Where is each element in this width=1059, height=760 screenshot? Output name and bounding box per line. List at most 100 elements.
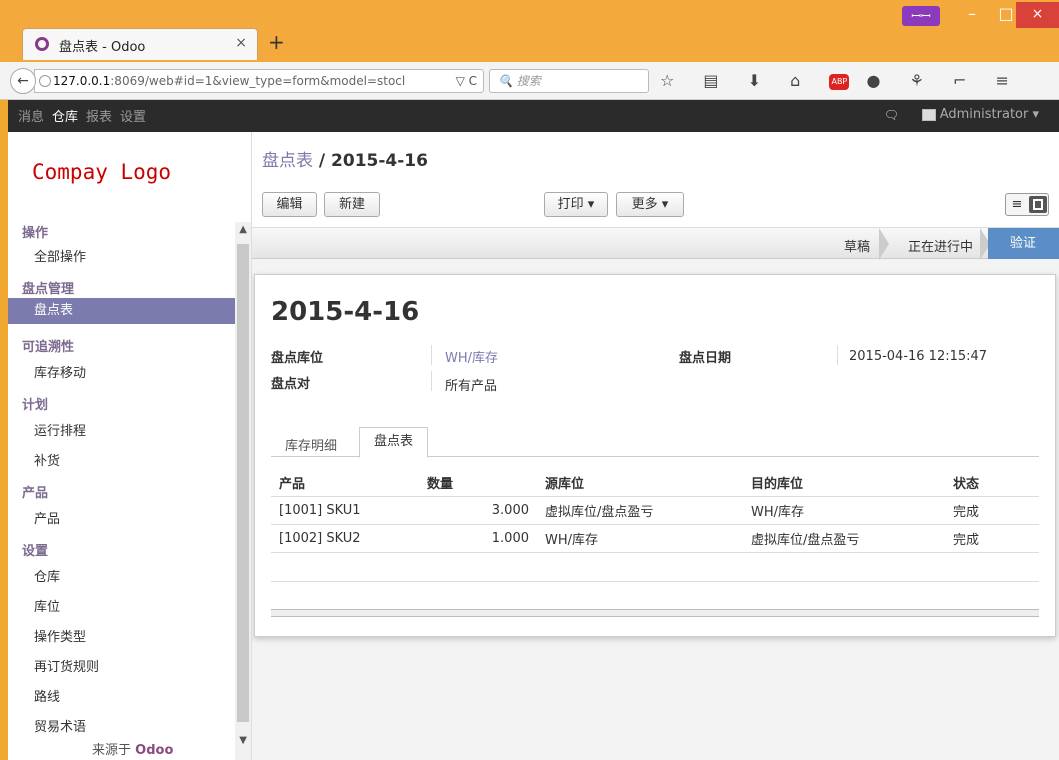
close-window-button[interactable]: × bbox=[1016, 2, 1059, 28]
sidebar-section-config: 设置 bbox=[22, 544, 49, 559]
bookmark-icons[interactable]: ☆ ▤ ⬇ ⌂ bbox=[660, 71, 812, 90]
cell-source: 虚拟库位/盘点盈亏 bbox=[537, 496, 743, 525]
empty-row-divider bbox=[271, 581, 1039, 582]
browser-navbar: 127.0.0.1:8069/web#id=1&view_type=form&m… bbox=[0, 62, 1059, 100]
odoo-top-menu: 消息 仓库 报表 设置 🗨 Administrator ▾ bbox=[8, 100, 1059, 132]
cell-dest: WH/库存 bbox=[743, 496, 945, 525]
sidebar-item-run-scheduler[interactable]: 运行排程 bbox=[34, 420, 86, 439]
sidebar-item-reorder-rules[interactable]: 再订货规则 bbox=[34, 656, 99, 675]
window-left-edge bbox=[0, 100, 8, 760]
cell-quantity: 3.000 bbox=[419, 496, 537, 525]
odoo-brand[interactable]: Odoo bbox=[135, 743, 173, 758]
target-value: 所有产品 bbox=[445, 379, 498, 394]
stage-in-progress[interactable]: 正在进行中 bbox=[908, 236, 973, 255]
sidebar-scroll-thumb[interactable] bbox=[237, 244, 249, 722]
target-label: 盘点对 bbox=[271, 377, 311, 392]
breadcrumb-sep: / bbox=[313, 151, 332, 171]
view-switcher[interactable]: ≡ bbox=[1005, 193, 1049, 216]
cell-source: WH/库存 bbox=[537, 524, 743, 553]
sidebar-item-locations[interactable]: 库位 bbox=[34, 596, 60, 615]
more-button[interactable]: 更多 ▾ bbox=[616, 192, 684, 217]
close-tab-icon[interactable]: × bbox=[235, 35, 247, 51]
print-button[interactable]: 打印 ▾ bbox=[544, 192, 608, 217]
sidebar-item-all-operations[interactable]: 全部操作 bbox=[34, 246, 86, 265]
adblock-icon[interactable]: ABP bbox=[829, 73, 850, 90]
record-title: 2015-4-16 bbox=[271, 297, 420, 327]
date-value: 2015-04-16 12:15:47 bbox=[849, 349, 988, 364]
date-label: 盘点日期 bbox=[679, 351, 732, 366]
avatar bbox=[921, 108, 936, 121]
sidebar-item-warehouses[interactable]: 仓库 bbox=[34, 566, 60, 585]
sidebar-section-traceability: 可追溯性 bbox=[22, 340, 75, 355]
tab-inventory-sheet[interactable]: 盘点表 bbox=[359, 427, 429, 458]
breadcrumb-parent[interactable]: 盘点表 bbox=[262, 151, 313, 171]
chat-icon[interactable]: 🗨 bbox=[884, 108, 899, 122]
cell-quantity: 1.000 bbox=[419, 524, 537, 553]
reload-icon[interactable]: ▽ C bbox=[456, 70, 477, 92]
sidebar-item-stock-moves[interactable]: 库存移动 bbox=[34, 362, 86, 381]
list-view-icon[interactable]: ≡ bbox=[1008, 196, 1026, 213]
breadcrumb-current: 2015-4-16 bbox=[331, 151, 428, 171]
browser-titlebar: 盘点表 - Odoo × + ꟷꟷ – □ × bbox=[0, 0, 1059, 62]
sidebar-section-inventory-mgmt: 盘点管理 bbox=[22, 282, 75, 297]
control-panel: 盘点表 / 2015-4-16 编辑 新建 打印 ▾ 更多 ▾ ≡ bbox=[252, 132, 1059, 227]
powered-by[interactable]: 来源于 Odoo bbox=[92, 739, 173, 758]
breadcrumb: 盘点表 / 2015-4-16 bbox=[262, 146, 428, 171]
new-tab-button[interactable]: + bbox=[268, 30, 285, 54]
cell-product: [1001] SKU1 bbox=[271, 496, 419, 525]
sidebar-item-products[interactable]: 产品 bbox=[34, 508, 60, 527]
sidebar-item-operation-types[interactable]: 操作类型 bbox=[34, 626, 86, 645]
address-bar[interactable]: 127.0.0.1:8069/web#id=1&view_type=form&m… bbox=[34, 69, 484, 93]
extension-icons[interactable]: ● ⚘ ⌐ ≡ bbox=[866, 71, 1020, 90]
table-header-row: 产品 数量 源库位 目的库位 状态 bbox=[271, 469, 1039, 497]
col-dest-location[interactable]: 目的库位 bbox=[743, 469, 945, 497]
powered-prefix: 来源于 bbox=[92, 743, 132, 758]
sidebar-item-incoterms[interactable]: 贸易术语 bbox=[34, 716, 86, 735]
col-product[interactable]: 产品 bbox=[271, 469, 419, 497]
field-separator bbox=[431, 345, 432, 365]
scroll-up-icon[interactable]: ▲ bbox=[239, 224, 247, 235]
tab-title: 盘点表 - Odoo bbox=[59, 40, 146, 55]
table-footer bbox=[271, 609, 1039, 617]
stage-validated[interactable]: 验证 bbox=[988, 228, 1059, 259]
sidebar-section-operations: 操作 bbox=[22, 226, 49, 241]
back-arrow-icon[interactable]: ← bbox=[10, 68, 36, 94]
cell-status: 完成 bbox=[945, 524, 1039, 553]
sidebar-item-replenish[interactable]: 补货 bbox=[34, 450, 60, 469]
odoo-favicon-icon bbox=[35, 37, 49, 51]
location-value[interactable]: WH/库存 bbox=[445, 347, 498, 366]
cell-product: [1002] SKU2 bbox=[271, 524, 419, 553]
cell-status: 完成 bbox=[945, 496, 1039, 525]
field-separator bbox=[431, 371, 432, 391]
minimize-button[interactable]: – bbox=[954, 2, 990, 28]
stage-draft[interactable]: 草稿 bbox=[844, 236, 870, 255]
create-button[interactable]: 新建 bbox=[324, 192, 380, 217]
form-sheet: 2015-4-16 盘点库位 WH/库存 盘点对 所有产品 盘点日期 2015-… bbox=[254, 274, 1056, 637]
scroll-down-icon[interactable]: ▼ bbox=[239, 735, 247, 746]
col-quantity[interactable]: 数量 bbox=[419, 469, 537, 497]
menu-settings[interactable]: 设置 bbox=[120, 106, 146, 125]
menu-reports[interactable]: 报表 bbox=[86, 106, 112, 125]
menu-warehouse[interactable]: 仓库 bbox=[52, 106, 78, 125]
col-status[interactable]: 状态 bbox=[945, 469, 1039, 497]
col-source-location[interactable]: 源库位 bbox=[537, 469, 743, 497]
globe-icon bbox=[39, 75, 51, 87]
user-menu[interactable]: Administrator ▾ bbox=[921, 107, 1039, 122]
tab-stock-details[interactable]: 库存明细 bbox=[285, 435, 337, 454]
table-row[interactable]: [1001] SKU1 3.000 虚拟库位/盘点盈亏 WH/库存 完成 bbox=[271, 496, 1039, 525]
sidebar-item-routes[interactable]: 路线 bbox=[34, 686, 60, 705]
table-row[interactable]: [1002] SKU2 1.000 WH/库存 虚拟库位/盘点盈亏 完成 bbox=[271, 524, 1039, 553]
company-logo[interactable]: Compay Logo bbox=[32, 160, 171, 184]
sidebar-item-inventory-sheet[interactable]: 盘点表 bbox=[8, 298, 236, 324]
edit-button[interactable]: 编辑 bbox=[262, 192, 317, 217]
browser-tab[interactable]: 盘点表 - Odoo × bbox=[22, 28, 258, 60]
menu-messages[interactable]: 消息 bbox=[18, 106, 44, 125]
form-view-icon[interactable] bbox=[1029, 196, 1047, 213]
search-input[interactable]: 🔍 搜索 bbox=[489, 69, 649, 93]
sidebar-section-products: 产品 bbox=[22, 486, 49, 501]
private-mask-icon: ꟷꟷ bbox=[902, 6, 940, 26]
moves-table: 产品 数量 源库位 目的库位 状态 [1001] SKU1 3.000 虚拟库位… bbox=[271, 469, 1039, 553]
status-bar: 草稿 正在进行中 验证 bbox=[252, 227, 1059, 260]
browser-toolbar-icons[interactable]: ☆ ▤ ⬇ ⌂ ABP ● ⚘ ⌐ ≡ bbox=[660, 71, 1021, 90]
field-separator bbox=[837, 345, 838, 365]
